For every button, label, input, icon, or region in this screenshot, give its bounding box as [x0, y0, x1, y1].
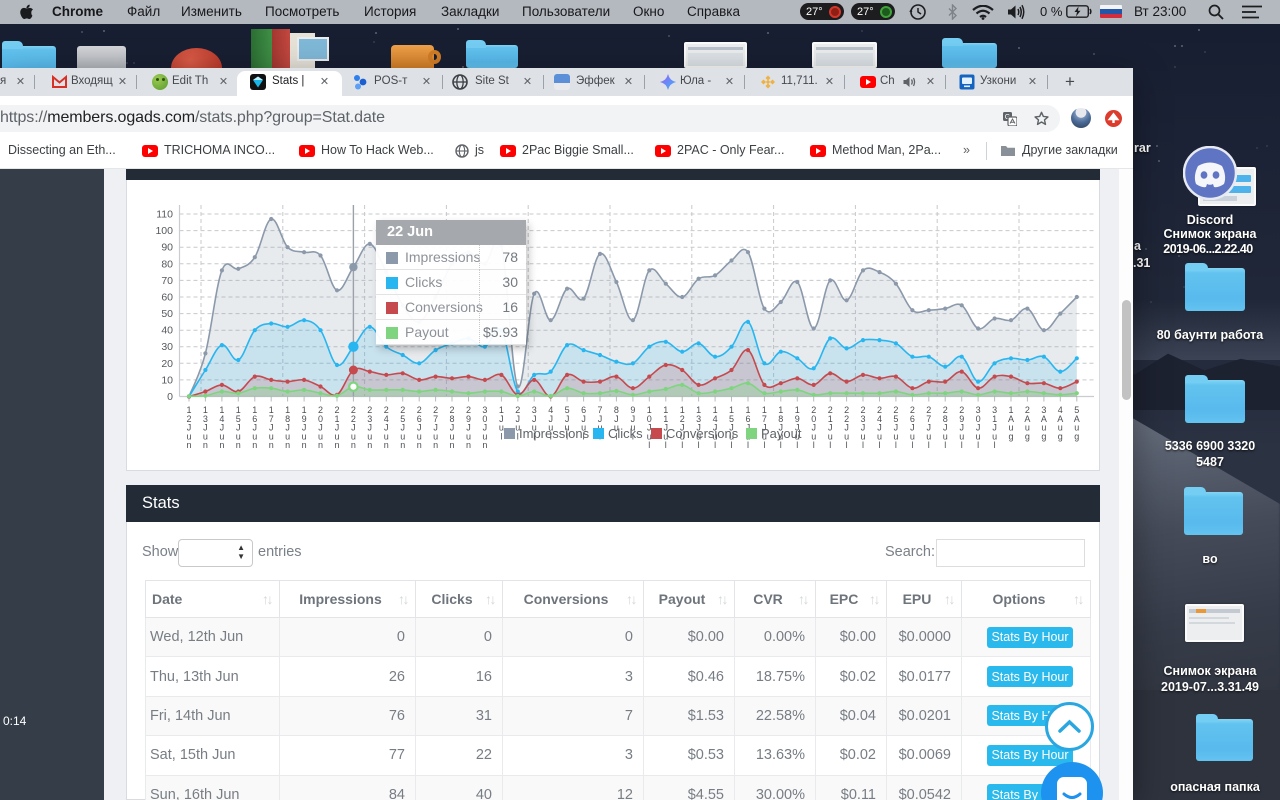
- svg-text:20: 20: [161, 358, 173, 370]
- svg-text:16Jun: 16Jun: [252, 405, 257, 450]
- svg-text:29Jul: 29Jul: [959, 405, 964, 450]
- svg-text:30Jul: 30Jul: [976, 405, 981, 450]
- svg-text:29Jun: 29Jun: [466, 405, 471, 450]
- svg-text:27Jul: 27Jul: [926, 405, 931, 450]
- svg-text:24Jul: 24Jul: [877, 405, 882, 450]
- svg-text:31Jul: 31Jul: [992, 405, 997, 450]
- svg-text:1Jul: 1Jul: [499, 405, 504, 441]
- svg-text:21Jul: 21Jul: [828, 405, 833, 450]
- svg-text:60: 60: [161, 292, 173, 304]
- svg-text:16Jul: 16Jul: [745, 405, 750, 450]
- svg-text:Impressions: Impressions: [519, 426, 590, 441]
- svg-text:19Jun: 19Jun: [302, 405, 307, 450]
- svg-text:10Jul: 10Jul: [647, 405, 652, 450]
- svg-text:27Jun: 27Jun: [433, 405, 438, 450]
- svg-text:22Jun: 22Jun: [351, 405, 356, 450]
- svg-text:Payout: Payout: [761, 426, 802, 441]
- svg-text:30: 30: [161, 341, 173, 353]
- svg-text:40: 40: [161, 325, 173, 337]
- svg-text:Clicks: Clicks: [608, 426, 643, 441]
- svg-text:12Jun: 12Jun: [186, 405, 191, 450]
- svg-text:3Aug: 3Aug: [1041, 405, 1047, 441]
- svg-text:21Jun: 21Jun: [334, 405, 339, 450]
- svg-text:2Aug: 2Aug: [1024, 405, 1030, 441]
- svg-text:80: 80: [161, 258, 173, 270]
- svg-text:28Jul: 28Jul: [943, 405, 948, 450]
- svg-text:5Aug: 5Aug: [1074, 405, 1080, 441]
- svg-text:18Jun: 18Jun: [285, 405, 290, 450]
- svg-text:14Jun: 14Jun: [219, 405, 224, 450]
- svg-text:26Jun: 26Jun: [417, 405, 422, 450]
- svg-text:25Jun: 25Jun: [400, 405, 405, 450]
- svg-text:50: 50: [161, 308, 173, 320]
- svg-text:23Jun: 23Jun: [367, 405, 372, 450]
- svg-text:0: 0: [167, 391, 173, 403]
- svg-text:20Jul: 20Jul: [811, 405, 816, 450]
- svg-text:26Jul: 26Jul: [910, 405, 915, 450]
- svg-text:28Jun: 28Jun: [449, 405, 454, 450]
- svg-text:Conversions: Conversions: [666, 426, 739, 441]
- svg-text:17Jun: 17Jun: [269, 405, 274, 450]
- svg-text:10: 10: [161, 374, 173, 386]
- svg-text:100: 100: [155, 225, 173, 237]
- svg-text:24Jun: 24Jun: [384, 405, 389, 450]
- svg-text:22Jul: 22Jul: [844, 405, 849, 450]
- svg-text:4Aug: 4Aug: [1057, 405, 1063, 441]
- svg-text:110: 110: [156, 209, 173, 221]
- svg-text:15Jun: 15Jun: [236, 405, 241, 450]
- svg-text:30Jun: 30Jun: [482, 405, 487, 450]
- svg-text:20Jun: 20Jun: [318, 405, 323, 450]
- svg-text:25Jul: 25Jul: [893, 405, 898, 450]
- svg-text:13Jun: 13Jun: [203, 405, 208, 450]
- svg-text:1Aug: 1Aug: [1008, 405, 1014, 441]
- svg-text:70: 70: [161, 275, 173, 287]
- svg-text:90: 90: [161, 242, 173, 254]
- svg-text:23Jul: 23Jul: [860, 405, 865, 450]
